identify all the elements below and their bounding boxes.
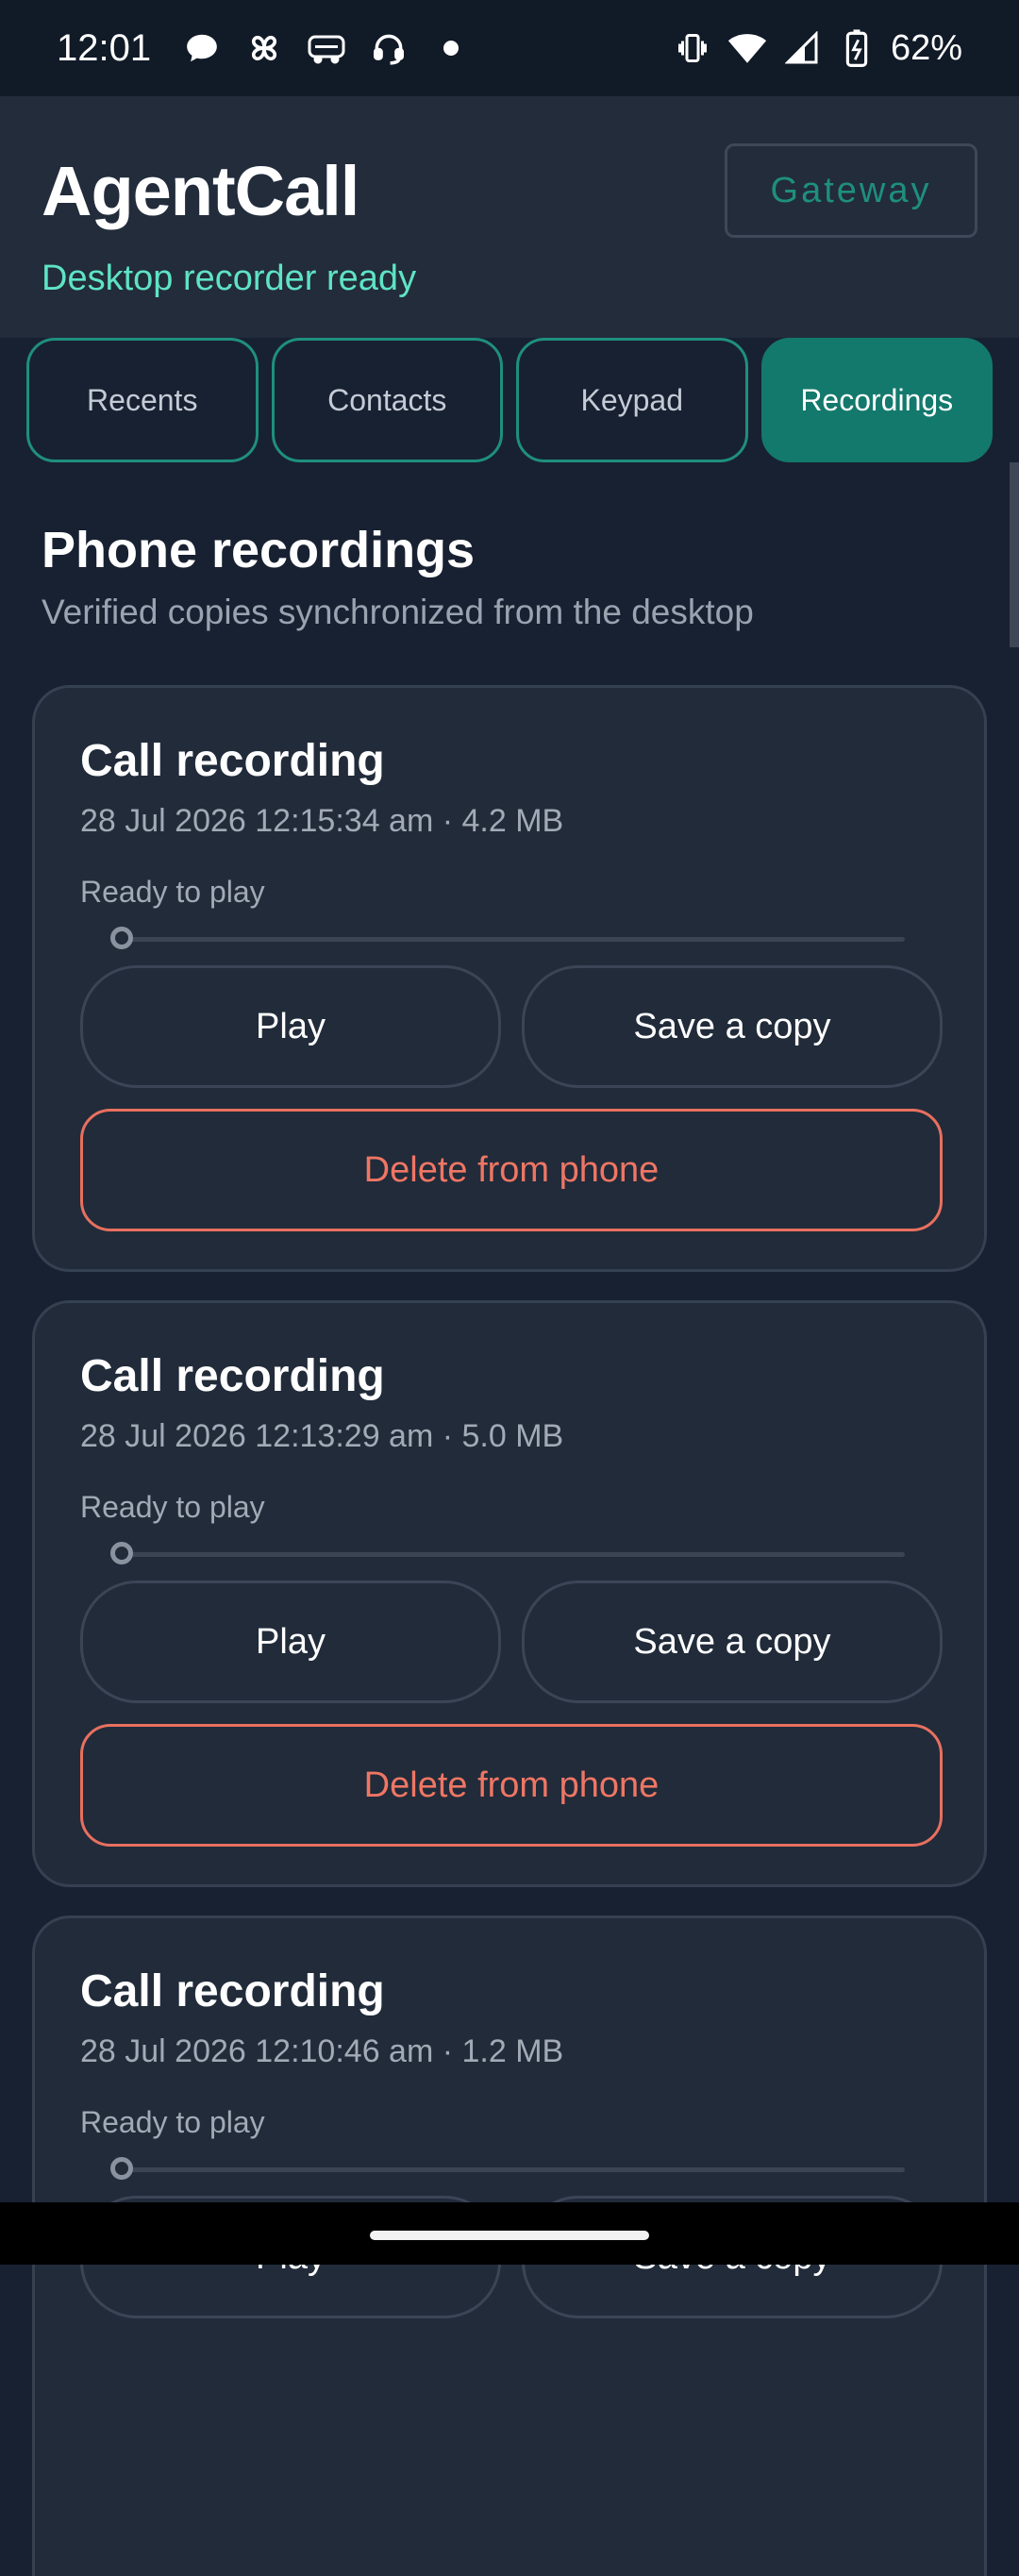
chat-bubble-icon: [181, 27, 223, 69]
redbus-icon: [306, 27, 347, 69]
tab-contacts[interactable]: Contacts: [271, 338, 503, 462]
save-copy-button[interactable]: Save a copy: [522, 1581, 943, 1703]
seek-bar[interactable]: [122, 1552, 905, 1557]
status-bar-right: 62%: [672, 27, 962, 69]
seek-bar[interactable]: [122, 937, 905, 942]
app-header: AgentCall Desktop recorder ready Gateway: [0, 96, 1019, 338]
navigation-bar: [0, 2202, 1019, 2265]
recording-title: Call recording: [80, 1966, 385, 2016]
save-copy-button[interactable]: Save a copy: [522, 965, 943, 1088]
recording-state: Ready to play: [80, 1490, 265, 1524]
signal-icon: [781, 27, 823, 69]
seek-thumb[interactable]: [110, 1542, 133, 1564]
play-button[interactable]: Play: [80, 965, 501, 1088]
section-title: Phone recordings: [42, 522, 476, 578]
headset-icon: [368, 27, 409, 69]
pinwheel-icon: [243, 27, 285, 69]
wifi-icon: [727, 27, 768, 69]
play-button[interactable]: Play: [80, 1581, 501, 1703]
tab-recordings[interactable]: Recordings: [760, 338, 993, 462]
recording-card: Call recording 28 Jul 2026 12:15:34 am ·…: [32, 685, 987, 1272]
recording-title: Call recording: [80, 1351, 385, 1401]
status-bar-left: 12:01: [57, 27, 472, 70]
recording-meta: 28 Jul 2026 12:10:46 am · 1.2 MB: [80, 2033, 564, 2069]
seek-bar[interactable]: [122, 2167, 905, 2172]
tab-bar: Recents Contacts Keypad Recordings: [26, 338, 993, 462]
delete-button[interactable]: Delete from phone: [80, 1724, 943, 1847]
recording-title: Call recording: [80, 736, 385, 786]
tab-recents[interactable]: Recents: [26, 338, 259, 462]
status-bar: 12:01 62%: [0, 0, 1019, 96]
tab-keypad[interactable]: Keypad: [516, 338, 748, 462]
section-subtitle: Verified copies synchronized from the de…: [42, 593, 754, 631]
gateway-button[interactable]: Gateway: [725, 143, 977, 238]
battery-charging-icon: [836, 27, 877, 69]
app-title: AgentCall: [42, 152, 359, 230]
seek-thumb[interactable]: [110, 927, 133, 949]
recorder-status: Desktop recorder ready: [42, 259, 417, 298]
seek-thumb[interactable]: [110, 2157, 133, 2180]
recording-card: Call recording 28 Jul 2026 12:13:29 am ·…: [32, 1300, 987, 1887]
dot-icon: [430, 27, 472, 69]
recording-state: Ready to play: [80, 875, 265, 909]
status-time: 12:01: [57, 26, 152, 69]
recording-state: Ready to play: [80, 2105, 265, 2139]
battery-percent: 62%: [890, 27, 962, 68]
recording-meta: 28 Jul 2026 12:15:34 am · 4.2 MB: [80, 803, 564, 839]
vibrate-icon: [672, 27, 713, 69]
scrollbar[interactable]: [1010, 462, 1019, 647]
delete-button[interactable]: Delete from phone: [80, 1109, 943, 1231]
recording-meta: 28 Jul 2026 12:13:29 am · 5.0 MB: [80, 1418, 564, 1454]
home-gesture-handle[interactable]: [370, 2231, 649, 2240]
